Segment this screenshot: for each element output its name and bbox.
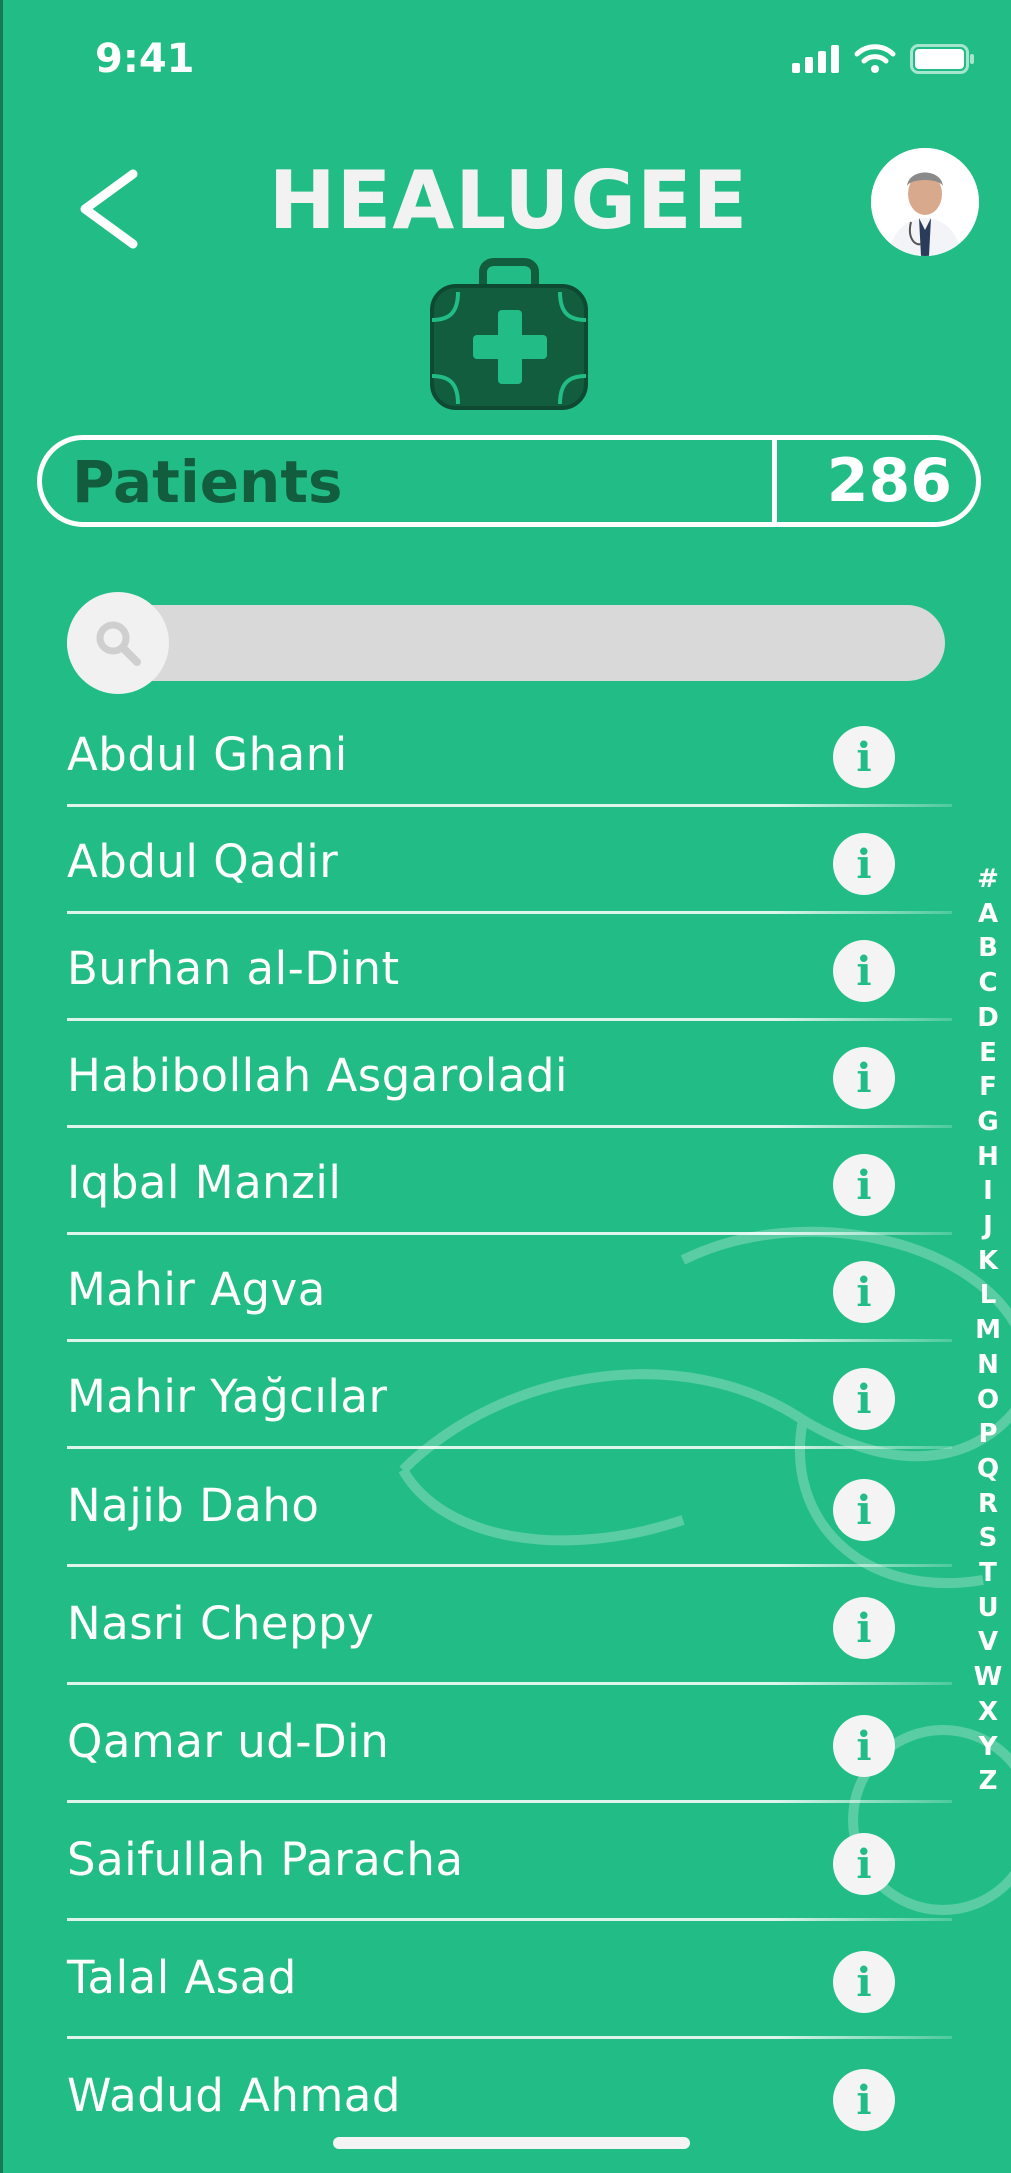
patients-summary: Patients 286 xyxy=(37,435,981,527)
list-item[interactable]: Iqbal Manzil i xyxy=(67,1128,952,1235)
list-item[interactable]: Abdul Ghani i xyxy=(67,700,952,807)
index-letter[interactable]: S xyxy=(979,1521,998,1556)
patient-name: Abdul Ghani xyxy=(67,728,348,781)
list-item[interactable]: Nasri Cheppy i xyxy=(67,1567,952,1685)
info-icon[interactable]: i xyxy=(833,833,895,895)
patients-label: Patients xyxy=(72,448,343,516)
index-letter[interactable]: L xyxy=(980,1278,997,1313)
app-header: HEALUGEE xyxy=(3,140,1011,270)
info-icon[interactable]: i xyxy=(833,1833,895,1895)
patient-list: Abdul Ghani i Abdul Qadir i Burhan al-Di… xyxy=(67,700,952,2157)
alphabet-index[interactable]: # A B C D E F G H I J K L M N O P Q R S T U V W X Y Z xyxy=(973,862,1003,1799)
status-bar: 9:41 xyxy=(3,0,1011,120)
medical-kit-icon xyxy=(430,258,588,410)
status-time: 9:41 xyxy=(95,36,195,82)
patient-name: Najib Daho xyxy=(67,1479,320,1532)
index-letter[interactable]: Z xyxy=(979,1764,998,1799)
search-input[interactable] xyxy=(183,612,927,676)
index-letter[interactable]: H xyxy=(977,1140,999,1175)
avatar-image xyxy=(871,148,979,256)
search-icon xyxy=(96,621,141,666)
patients-divider xyxy=(772,435,777,527)
list-item[interactable]: Najib Daho i xyxy=(67,1449,952,1567)
patient-name: Habibollah Asgaroladi xyxy=(67,1049,569,1102)
info-icon[interactable]: i xyxy=(833,1951,895,2013)
index-letter[interactable]: J xyxy=(983,1209,993,1244)
index-letter[interactable]: # xyxy=(977,862,999,897)
patient-name: Nasri Cheppy xyxy=(67,1597,375,1650)
index-letter[interactable]: T xyxy=(979,1556,997,1591)
search-button[interactable] xyxy=(67,592,169,694)
index-letter[interactable]: O xyxy=(977,1383,999,1418)
index-letter[interactable]: I xyxy=(983,1174,993,1209)
patient-name: Mahir Agva xyxy=(67,1263,326,1316)
info-icon[interactable]: i xyxy=(833,1715,895,1777)
list-item[interactable]: Abdul Qadir i xyxy=(67,807,952,914)
index-letter[interactable]: R xyxy=(978,1487,998,1522)
index-letter[interactable]: A xyxy=(978,897,998,932)
signal-icon xyxy=(792,45,839,73)
index-letter[interactable]: D xyxy=(977,1001,999,1036)
info-icon[interactable]: i xyxy=(833,1261,895,1323)
info-icon[interactable]: i xyxy=(833,940,895,1002)
index-letter[interactable]: M xyxy=(975,1313,1001,1348)
list-item[interactable]: Mahir Yağcılar i xyxy=(67,1342,952,1449)
index-letter[interactable]: C xyxy=(978,966,997,1001)
index-letter[interactable]: Q xyxy=(977,1452,999,1487)
index-letter[interactable]: X xyxy=(978,1695,998,1730)
home-indicator[interactable] xyxy=(333,2137,690,2149)
index-letter[interactable]: U xyxy=(977,1591,998,1626)
patient-name: Iqbal Manzil xyxy=(67,1156,342,1209)
list-item[interactable]: Talal Asad i xyxy=(67,1921,952,2039)
battery-icon xyxy=(910,44,974,74)
list-item[interactable]: Habibollah Asgaroladi i xyxy=(67,1021,952,1128)
patient-name: Burhan al-Dint xyxy=(67,942,400,995)
patient-name: Qamar ud-Din xyxy=(67,1715,390,1768)
list-item[interactable]: Burhan al-Dint i xyxy=(67,914,952,1021)
status-icons xyxy=(792,44,976,74)
doctor-avatar[interactable] xyxy=(871,148,979,256)
index-letter[interactable]: K xyxy=(978,1244,998,1279)
app-title: HEALUGEE xyxy=(268,154,749,247)
index-letter[interactable]: G xyxy=(977,1105,998,1140)
patients-count: 286 xyxy=(826,446,952,516)
info-icon[interactable]: i xyxy=(833,1368,895,1430)
index-letter[interactable]: N xyxy=(977,1348,999,1383)
info-icon[interactable]: i xyxy=(833,1154,895,1216)
info-icon[interactable]: i xyxy=(833,1479,895,1541)
patient-name: Mahir Yağcılar xyxy=(67,1370,388,1423)
wifi-icon xyxy=(854,44,896,73)
patient-name: Talal Asad xyxy=(67,1951,297,2004)
app-screen: 9:41 HEALUGEE Patients 286 Abdul Ghani i… xyxy=(0,0,1011,2173)
info-icon[interactable]: i xyxy=(833,2069,895,2131)
index-letter[interactable]: P xyxy=(978,1417,997,1452)
index-letter[interactable]: E xyxy=(979,1036,997,1071)
patient-name: Abdul Qadir xyxy=(67,835,339,888)
list-item[interactable]: Qamar ud-Din i xyxy=(67,1685,952,1803)
list-item[interactable]: Saifullah Paracha i xyxy=(67,1803,952,1921)
list-item[interactable]: Mahir Agva i xyxy=(67,1235,952,1342)
info-icon[interactable]: i xyxy=(833,1047,895,1109)
info-icon[interactable]: i xyxy=(833,1597,895,1659)
patient-name: Saifullah Paracha xyxy=(67,1833,464,1886)
index-letter[interactable]: Y xyxy=(979,1730,998,1765)
index-letter[interactable]: V xyxy=(978,1625,998,1660)
patient-name: Wadud Ahmad xyxy=(67,2069,401,2122)
info-icon[interactable]: i xyxy=(833,726,895,788)
index-letter[interactable]: F xyxy=(979,1070,997,1105)
index-letter[interactable]: W xyxy=(974,1660,1003,1695)
index-letter[interactable]: B xyxy=(978,931,998,966)
